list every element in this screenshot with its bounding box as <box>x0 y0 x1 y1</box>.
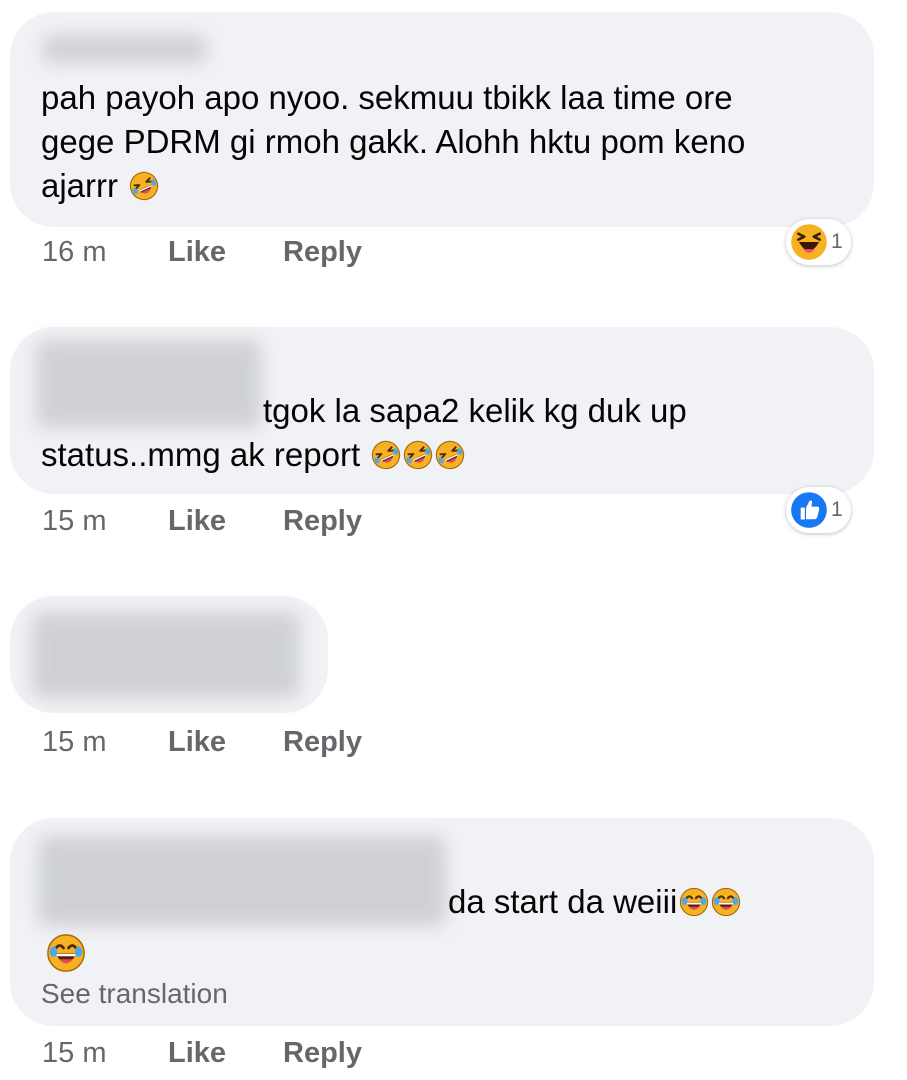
rolling-laughing-icon <box>435 440 465 470</box>
like-button[interactable]: Like <box>168 503 226 539</box>
reaction-summary[interactable]: 1 <box>786 219 851 265</box>
blurred-author-name <box>38 836 446 926</box>
comment-text-line: tgok la sapa2 kelik kg duk up <box>263 392 687 429</box>
comment-text-line: pah payoh apo nyoo. sekmuu tbikk laa tim… <box>41 79 733 116</box>
comment-actions: 15 m Like Reply <box>0 1035 600 1075</box>
reply-button[interactable]: Reply <box>283 503 362 539</box>
comment-actions: 16 m Like Reply <box>0 234 600 274</box>
reaction-count: 1 <box>831 230 843 253</box>
reply-button[interactable]: Reply <box>283 1035 362 1071</box>
comment-actions: 15 m Like Reply <box>0 503 600 543</box>
comment-text: da start da weiii <box>448 880 741 924</box>
comment-text-line: da start da weiii <box>448 883 678 920</box>
haha-reaction-icon <box>790 223 828 261</box>
tears-of-joy-icon <box>711 887 741 917</box>
blurred-author-name <box>42 35 207 63</box>
comment-time[interactable]: 15 m <box>42 1035 106 1071</box>
rolling-laughing-icon <box>403 440 433 470</box>
tears-of-joy-icon <box>679 887 709 917</box>
like-button[interactable]: Like <box>168 724 226 760</box>
like-reaction-icon <box>790 491 828 529</box>
comment-text: pah payoh apo nyoo. sekmuu tbikk laa tim… <box>41 76 745 208</box>
tears-of-joy-icon <box>46 933 86 973</box>
see-translation-link[interactable]: See translation <box>41 978 228 1010</box>
comment-time[interactable]: 15 m <box>42 503 106 539</box>
rolling-laughing-icon <box>129 171 159 201</box>
comment-actions: 15 m Like Reply <box>0 724 600 764</box>
blurred-comment-content <box>32 612 300 698</box>
reaction-count: 1 <box>831 498 843 521</box>
reaction-summary[interactable]: 1 <box>786 487 851 533</box>
comment-text-line: gege PDRM gi rmoh gakk. Alohh hktu pom k… <box>41 123 746 160</box>
comments-thread: pah payoh apo nyoo. sekmuu tbikk laa tim… <box>0 0 907 1080</box>
like-button[interactable]: Like <box>168 1035 226 1071</box>
reply-button[interactable]: Reply <box>283 234 362 270</box>
comment-text-line: status..mmg ak report <box>41 436 361 473</box>
rolling-laughing-icon <box>371 440 401 470</box>
comment-text-line: ajarrr <box>41 167 119 204</box>
reply-button[interactable]: Reply <box>283 724 362 760</box>
comment-time[interactable]: 15 m <box>42 724 106 760</box>
comment-text: tgok la sapa2 kelik kg duk up status..mm… <box>41 389 687 477</box>
comment-time[interactable]: 16 m <box>42 234 106 270</box>
like-button[interactable]: Like <box>168 234 226 270</box>
